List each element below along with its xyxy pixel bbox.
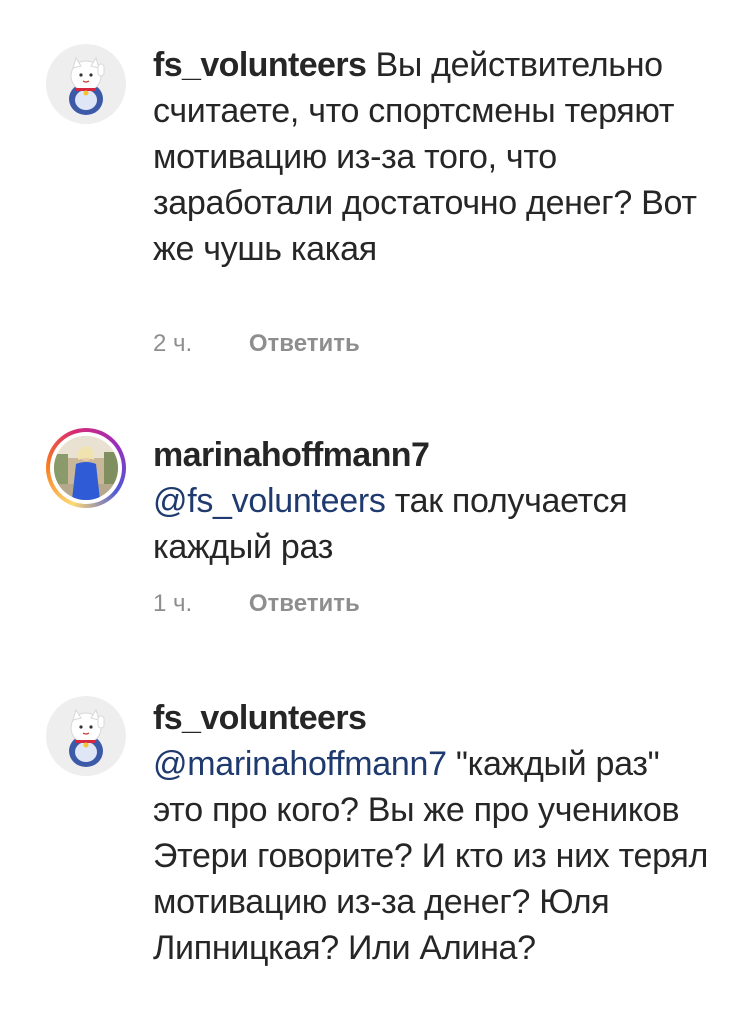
avatar[interactable] <box>46 428 126 508</box>
comment-username[interactable]: fs_volunteers <box>153 46 367 84</box>
user-photo <box>54 436 118 500</box>
reply-button[interactable]: Ответить <box>249 590 360 617</box>
comment-text: fs_volunteers @marinahoffmann7 "каждый р… <box>153 695 713 971</box>
comment-meta: 2 ч. Ответить <box>153 330 360 358</box>
comment-username[interactable]: marinahoffmann7 <box>153 432 713 478</box>
comment-text: fs_volunteers Вы действительно считаете,… <box>153 42 713 272</box>
mention-link[interactable]: @fs_volunteers <box>153 482 386 520</box>
avatar[interactable] <box>46 696 126 776</box>
comment-meta: 1 ч. Ответить <box>153 590 360 618</box>
comment-timestamp: 1 ч. <box>153 590 193 617</box>
person-photo-icon <box>54 436 118 500</box>
comment-text: marinahoffmann7 @fs_volunteers так получ… <box>153 432 713 570</box>
comment-timestamp: 2 ч. <box>153 330 193 357</box>
avatar[interactable] <box>46 44 126 124</box>
reply-button[interactable]: Ответить <box>249 330 360 357</box>
lucky-cat-avatar-icon <box>46 44 126 124</box>
mention-link[interactable]: @marinahoffmann7 <box>153 745 447 783</box>
lucky-cat-avatar-icon <box>46 696 126 776</box>
comment-username[interactable]: fs_volunteers <box>153 695 713 741</box>
